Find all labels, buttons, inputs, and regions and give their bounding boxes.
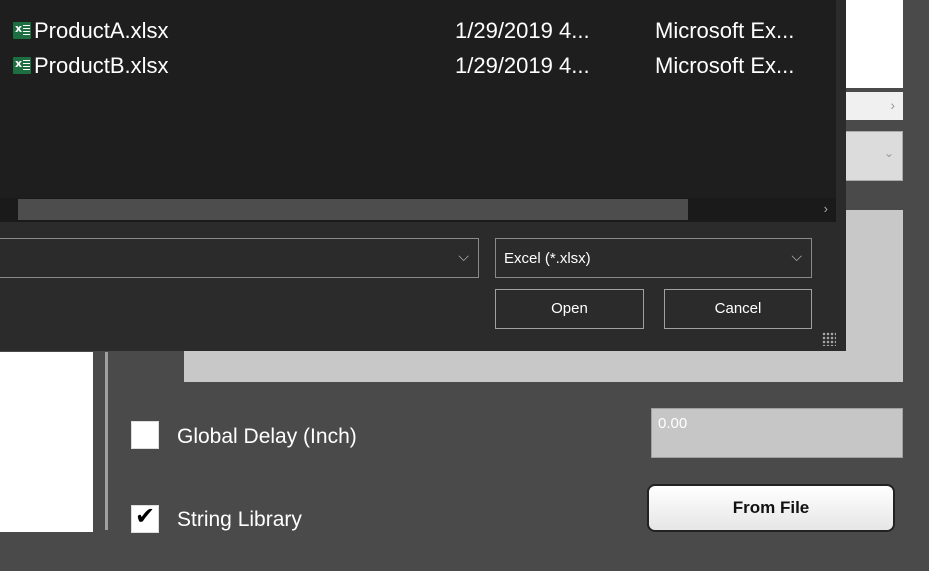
checkmark-icon: ✔	[135, 503, 156, 530]
excel-file-icon: x	[13, 57, 31, 74]
cancel-button[interactable]: Cancel	[664, 289, 812, 329]
string-library-checkbox[interactable]: ✔	[131, 505, 159, 533]
file-type-filter-value: Excel (*.xlsx)	[504, 250, 591, 267]
file-name: ProductB.xlsx	[34, 53, 169, 78]
file-list[interactable]: x ProductA.xlsx 1/29/2019 4... Microsoft…	[0, 0, 836, 198]
file-row[interactable]: x ProductB.xlsx 1/29/2019 4... Microsoft…	[0, 51, 836, 79]
excel-file-icon: x	[13, 22, 31, 39]
chevron-down-icon[interactable]: ⌵	[458, 248, 469, 265]
chevron-right-icon[interactable]: ›	[890, 97, 895, 113]
resize-grip-icon[interactable]	[822, 332, 836, 346]
scrollbar-thumb[interactable]	[18, 199, 688, 220]
file-type: Microsoft Ex...	[655, 18, 795, 43]
file-type: Microsoft Ex...	[655, 53, 795, 78]
file-list-horizontal-scrollbar[interactable]: ›	[0, 198, 836, 222]
divider	[105, 352, 108, 530]
file-date: 1/29/2019 4...	[455, 18, 590, 43]
open-file-dialog: x ProductA.xlsx 1/29/2019 4... Microsoft…	[0, 0, 846, 351]
chevron-right-icon[interactable]: ›	[824, 201, 828, 216]
global-delay-checkbox[interactable]	[131, 421, 159, 449]
file-name: ProductA.xlsx	[34, 18, 169, 43]
from-file-button[interactable]: From File	[647, 484, 895, 532]
file-type-filter[interactable]: Excel (*.xlsx) ⌵	[495, 238, 812, 278]
app-left-panel	[0, 352, 93, 532]
filename-combo[interactable]: ⌵	[0, 238, 479, 278]
chevron-down-icon: ⌄	[883, 146, 894, 160]
chevron-down-icon[interactable]: ⌵	[791, 248, 802, 265]
file-date: 1/29/2019 4...	[455, 53, 590, 78]
open-button[interactable]: Open	[495, 289, 644, 329]
global-delay-input[interactable]: 0.00	[651, 408, 903, 458]
file-row[interactable]: x ProductA.xlsx 1/29/2019 4... Microsoft…	[0, 16, 836, 44]
string-library-label: String Library	[177, 508, 302, 531]
global-delay-label: Global Delay (Inch)	[177, 425, 357, 448]
